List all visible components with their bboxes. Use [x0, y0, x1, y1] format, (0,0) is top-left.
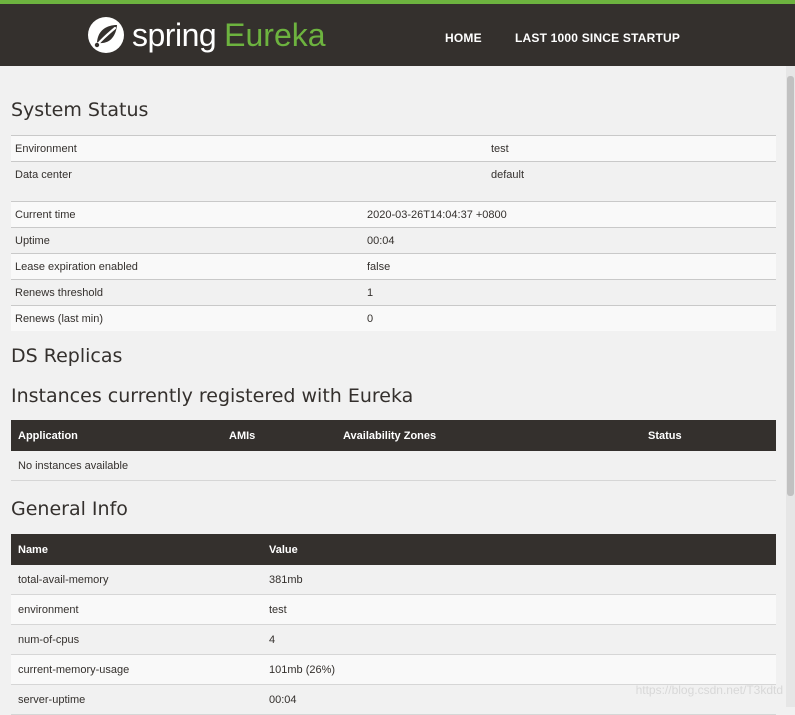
- spring-leaf-icon: [88, 17, 124, 53]
- brand-spring: spring: [132, 16, 217, 53]
- status-key-cell: Renews (last min): [11, 305, 363, 331]
- table-row: Renews (last min) 0: [11, 305, 776, 331]
- column-header-value: Value: [262, 534, 776, 565]
- status-key-cell: Uptime: [11, 227, 363, 254]
- info-value-cell: test: [262, 594, 776, 625]
- scrollbar-thumb[interactable]: [787, 76, 794, 496]
- spring-eureka-logo[interactable]: spring Eureka: [86, 13, 326, 57]
- column-header-availability-zones: Availability Zones: [336, 420, 641, 451]
- info-value-cell: 4: [262, 624, 776, 655]
- status-table: Current time 2020-03-26T14:04:37 +0800 U…: [11, 201, 776, 331]
- status-value-cell: 00:04: [363, 227, 776, 254]
- status-value-cell: false: [363, 253, 776, 280]
- table-row: current-memory-usage 101mb (26%): [11, 654, 776, 685]
- table-row: num-of-cpus 4: [11, 624, 776, 655]
- status-value-cell: 1: [363, 279, 776, 306]
- env-key-cell: Environment: [11, 135, 487, 162]
- env-value-cell: test: [487, 135, 776, 162]
- environment-table: Environment test Data center default: [11, 135, 776, 187]
- table-row: Uptime 00:04: [11, 227, 776, 254]
- nav-home-link[interactable]: HOME: [445, 31, 482, 45]
- instances-heading: Instances currently registered with Eure…: [11, 385, 414, 407]
- info-name-cell: current-memory-usage: [11, 654, 262, 685]
- table-row: total-avail-memory 381mb: [11, 565, 776, 595]
- instances-table: Application AMIs Availability Zones Stat…: [11, 420, 776, 481]
- info-name-cell: environment: [11, 594, 262, 625]
- general-info-heading: General Info: [11, 498, 128, 520]
- watermark-text: https://blog.csdn.net/T3kdtd: [635, 683, 783, 697]
- status-value-cell: 0: [363, 305, 776, 331]
- column-header-status: Status: [641, 420, 776, 451]
- nav-last-1000-link[interactable]: LAST 1000 SINCE STARTUP: [515, 31, 680, 45]
- status-value-cell: 2020-03-26T14:04:37 +0800: [363, 201, 776, 228]
- table-row: Environment test: [11, 135, 776, 162]
- info-name-cell: num-of-cpus: [11, 624, 262, 655]
- status-key-cell: Lease expiration enabled: [11, 253, 363, 280]
- column-header-name: Name: [11, 534, 262, 565]
- table-row: No instances available: [11, 451, 776, 481]
- table-header-row: Name Value: [11, 534, 776, 565]
- column-header-amis: AMIs: [222, 420, 336, 451]
- table-header-row: Application AMIs Availability Zones Stat…: [11, 420, 776, 451]
- info-name-cell: total-avail-memory: [11, 565, 262, 595]
- table-row: Data center default: [11, 161, 776, 187]
- top-navbar: spring Eureka HOME LAST 1000 SINCE START…: [0, 0, 795, 66]
- info-value-cell: 101mb (26%): [262, 654, 776, 685]
- ds-replicas-heading: DS Replicas: [11, 345, 123, 367]
- column-header-application: Application: [11, 420, 222, 451]
- env-key-cell: Data center: [11, 161, 487, 187]
- table-row: environment test: [11, 594, 776, 625]
- info-name-cell: server-uptime: [11, 684, 262, 715]
- table-row: Current time 2020-03-26T14:04:37 +0800: [11, 201, 776, 228]
- table-row: Renews threshold 1: [11, 279, 776, 306]
- no-instances-message: No instances available: [11, 451, 776, 481]
- env-value-cell: default: [487, 161, 776, 187]
- status-key-cell: Current time: [11, 201, 363, 228]
- status-key-cell: Renews threshold: [11, 279, 363, 306]
- brand-eureka: Eureka: [224, 16, 326, 53]
- table-row: Lease expiration enabled false: [11, 253, 776, 280]
- info-value-cell: 381mb: [262, 565, 776, 595]
- system-status-heading: System Status: [11, 99, 149, 121]
